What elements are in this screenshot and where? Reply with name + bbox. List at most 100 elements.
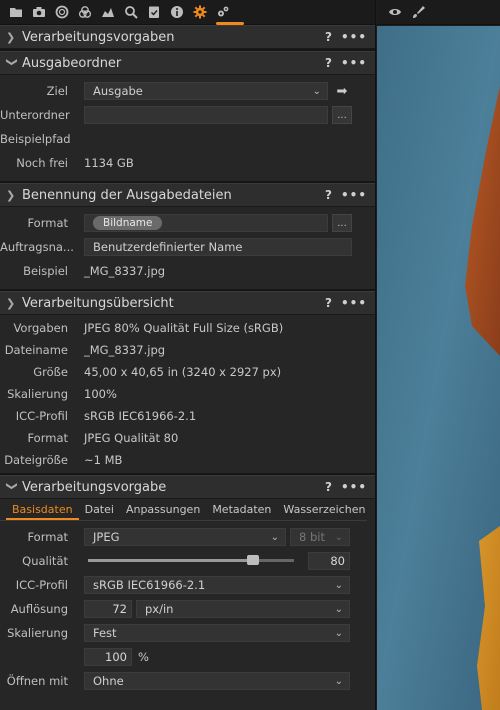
panel-title: Benennung der Ausgabedateien (22, 187, 232, 203)
tab-wasserzeichen[interactable]: Wasserzeichen (277, 503, 371, 520)
tab-datei[interactable]: Datei (79, 503, 120, 520)
aufloesung-label: Auflösung (10, 602, 68, 616)
chevron-down-icon[interactable]: ❯ (6, 57, 19, 69)
panel-header-ausgabeordner[interactable]: ❯ Ausgabeordner ? ••• (0, 51, 375, 75)
eye-icon[interactable] (383, 1, 406, 23)
camera-icon[interactable] (27, 1, 50, 23)
skalierung-label: Skalierung (7, 626, 68, 640)
format-label: Format (27, 216, 68, 230)
help-icon[interactable]: ? (325, 30, 332, 44)
qualitaet-label: Qualität (22, 554, 68, 568)
tool-panel: ❯ Verarbeitungsvorgaben ? ••• ❯ Ausgabeo… (0, 0, 376, 710)
format-browse-button[interactable]: ... (332, 214, 352, 232)
dateigroesse-label: Dateigröße (4, 453, 68, 467)
ausgabeordner-body: Ziel Ausgabe ⌄ ➡ Unterordner ... Beispie… (0, 75, 375, 183)
info-icon[interactable] (165, 1, 188, 23)
chevron-down-icon: ⌄ (334, 531, 343, 543)
arrow-right-icon[interactable]: ➡ (332, 82, 352, 100)
qualitaet-slider[interactable] (84, 549, 306, 573)
details-icon[interactable] (119, 1, 142, 23)
photo-preview[interactable] (377, 26, 500, 710)
icc-profil-dropdown[interactable]: sRGB IEC61966-2.1 ⌄ (84, 576, 350, 594)
format-label: Format (27, 431, 68, 445)
brush-icon[interactable] (406, 1, 429, 23)
aufloesung-unit-dropdown[interactable]: px/in ⌄ (136, 600, 350, 618)
exposure-icon[interactable] (96, 1, 119, 23)
panel-header-verarbeitungsvorgaben[interactable]: ❯ Verarbeitungsvorgaben ? ••• (0, 25, 375, 49)
dateiname-label: Dateiname (4, 343, 68, 357)
skalierung-label: Skalierung (7, 387, 68, 401)
panel-header-uebersicht[interactable]: ❯ Verarbeitungsübersicht ? ••• (0, 291, 375, 315)
ziel-dropdown[interactable]: Ausgabe ⌄ (84, 82, 328, 100)
dateigroesse-value: ~1 MB (84, 453, 123, 467)
skalierung-value: Fest (93, 626, 117, 640)
format-value: JPEG Qualität 80 (84, 431, 179, 445)
icc-profil-value: sRGB IEC61966-2.1 (93, 578, 206, 592)
chevron-down-icon: ⌄ (334, 603, 343, 615)
active-tab-indicator (216, 22, 244, 25)
help-icon[interactable]: ? (325, 188, 332, 202)
vorgaben-value: JPEG 80% Qualität Full Size (sRGB) (84, 321, 284, 335)
panel-title: Ausgabeordner (22, 55, 122, 71)
auftragsname-input[interactable]: Benutzerdefinierter Name (84, 238, 352, 256)
uebersicht-body: Vorgaben JPEG 80% Qualität Full Size (sRG… (0, 315, 375, 475)
format-token-field[interactable]: Bildname (84, 214, 328, 232)
output-icon[interactable] (188, 1, 211, 23)
scale-percent-unit: % (138, 650, 149, 664)
tab-basisdaten[interactable]: Basisdaten (6, 503, 79, 520)
viewer-toolbar (377, 0, 500, 25)
chevron-right-icon[interactable]: ❯ (6, 189, 18, 202)
help-icon[interactable]: ? (325, 480, 332, 494)
bit-depth-dropdown[interactable]: 8 bit ⌄ (290, 528, 350, 546)
color-icon[interactable] (73, 1, 96, 23)
vorgaben-label: Vorgaben (13, 321, 68, 335)
oeffnen-mit-value: Ohne (93, 674, 124, 688)
more-options-icon[interactable]: ••• (341, 56, 367, 70)
more-options-icon[interactable]: ••• (341, 30, 367, 44)
tool-tabs-toolbar (0, 0, 375, 25)
panel-header-benennung[interactable]: ❯ Benennung der Ausgabedateien ? ••• (0, 183, 375, 207)
chevron-down-icon: ⌄ (270, 531, 279, 543)
vorgabe-tabs: Basisdaten Datei Anpassungen Metadaten W… (0, 499, 367, 521)
more-options-icon[interactable]: ••• (341, 480, 367, 494)
dateiname-value: _MG_8337.jpg (84, 343, 166, 357)
oeffnen-mit-dropdown[interactable]: Ohne ⌄ (84, 672, 350, 690)
slider-thumb[interactable] (246, 555, 259, 565)
panel-title: Verarbeitungsvorgaben (22, 29, 175, 45)
lens-icon[interactable] (50, 1, 73, 23)
format-dropdown[interactable]: JPEG ⌄ (84, 528, 286, 546)
scale-percent-input[interactable]: 100 (84, 648, 132, 666)
tab-metadaten[interactable]: Metadaten (206, 503, 277, 520)
folder-icon[interactable] (4, 1, 27, 23)
chevron-down-icon: ⌄ (334, 675, 343, 687)
chevron-down-icon: ⌄ (312, 85, 321, 97)
more-options-icon[interactable]: ••• (341, 188, 367, 202)
vorgabe-body: Basisdaten Datei Anpassungen Metadaten W… (0, 499, 375, 693)
beispiel-value: _MG_8337.jpg (84, 264, 166, 278)
panel-title: Verarbeitungsübersicht (22, 295, 174, 311)
chevron-down-icon[interactable]: ❯ (6, 481, 19, 493)
bildname-token[interactable]: Bildname (93, 216, 163, 230)
panel-header-verarbeitungsvorgabe[interactable]: ❯ Verarbeitungsvorgabe ? ••• (0, 475, 375, 499)
bit-depth-value: 8 bit (299, 530, 325, 544)
tab-anpassungen[interactable]: Anpassungen (120, 503, 206, 520)
help-icon[interactable]: ? (325, 296, 332, 310)
nochfrei-label: Noch frei (16, 156, 68, 170)
qualitaet-input[interactable]: 80 (308, 552, 350, 570)
help-icon[interactable]: ? (325, 56, 332, 70)
oeffnen-mit-label: Öffnen mit (6, 674, 68, 688)
unterordner-input[interactable] (84, 106, 328, 124)
chevron-right-icon[interactable]: ❯ (6, 297, 18, 310)
nochfrei-value: 1134 GB (84, 156, 134, 170)
batch-icon[interactable] (211, 1, 234, 23)
format-value: JPEG (93, 530, 120, 544)
aufloesung-input[interactable]: 72 (84, 600, 132, 618)
unterordner-browse-button[interactable]: ... (332, 106, 352, 124)
skalierung-dropdown[interactable]: Fest ⌄ (84, 624, 350, 642)
metadata-icon[interactable] (142, 1, 165, 23)
chevron-right-icon[interactable]: ❯ (6, 31, 18, 44)
more-options-icon[interactable]: ••• (341, 296, 367, 310)
beispielpfad-label: Beispielpfad (0, 132, 71, 146)
groesse-value: 45,00 x 40,65 in (3240 x 2927 px) (84, 365, 282, 379)
unterordner-label: Unterordner (0, 108, 70, 122)
